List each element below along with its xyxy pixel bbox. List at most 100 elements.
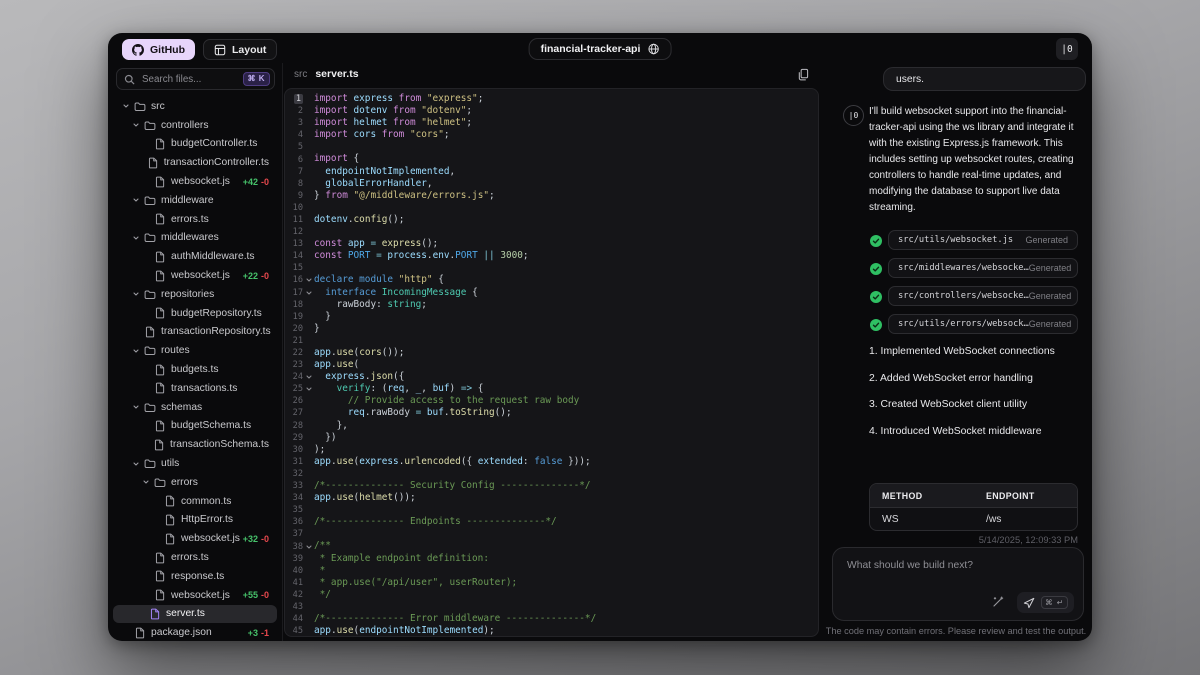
tree-file-common.ts[interactable]: common.ts	[108, 492, 277, 511]
step-item: 4. Introduced WebSocket middleware	[869, 425, 1042, 437]
chevron-down-icon	[121, 100, 131, 112]
code-area[interactable]: 1 import express from "express"; 2 import d…	[284, 88, 819, 637]
code-line-21: 21	[285, 335, 818, 347]
layout-button-label: Layout	[232, 43, 267, 56]
table-cell-endpoint: /ws	[986, 513, 1002, 525]
tree-file-response.ts[interactable]: response.ts	[108, 567, 277, 586]
code-text: app.use(express.urlencoded({ extended: f…	[314, 455, 591, 467]
code-line-41: 41 * app.use("/api/user", userRouter);	[285, 577, 818, 589]
generated-file-path: src/utils/websocket.js	[898, 235, 1014, 245]
tree-folder-schemas[interactable]: schemas	[108, 398, 277, 417]
enhance-prompt-icon[interactable]	[991, 596, 1004, 609]
file-icon	[154, 589, 166, 601]
line-number: 17	[292, 287, 303, 298]
line-number: 33	[292, 481, 303, 492]
tree-folder-routes[interactable]: routes	[108, 341, 277, 360]
tree-folder-repositories[interactable]: repositories	[108, 285, 277, 304]
tree-file-transactions.ts[interactable]: transactions.ts	[108, 379, 277, 398]
line-number: 22	[292, 348, 303, 359]
tree-file-server.ts[interactable]: server.ts	[113, 604, 277, 624]
tree-folder-controllers[interactable]: controllers	[108, 116, 277, 135]
fold-chevron-icon[interactable]	[303, 543, 314, 551]
fold-chevron-icon[interactable]	[303, 289, 314, 297]
code-text: interface IncomingMessage {	[325, 286, 478, 298]
chat-input[interactable]	[845, 558, 1073, 592]
diff-removed: -0	[260, 533, 269, 544]
code-editor: src server.ts 1 import express from "expr…	[283, 60, 820, 637]
line-number: 41	[292, 577, 303, 588]
send-shortcut-badge: ⌘ ↵	[1041, 596, 1068, 609]
line-number: 15	[292, 263, 303, 274]
tree-folder-utils[interactable]: utils	[108, 454, 277, 473]
fold-chevron-icon[interactable]	[303, 373, 314, 381]
generated-file-card[interactable]: src/controllers/websocke… Generated	[888, 286, 1078, 306]
tree-file-package.json[interactable]: package.json +3 -1	[108, 623, 277, 641]
code-line-31: 31 app.use(express.urlencoded({ extended:…	[285, 456, 818, 468]
tree-file-budgets.ts[interactable]: budgets.ts	[108, 360, 277, 379]
line-number: 5	[297, 142, 303, 153]
chat-input-actions: ⌘ ↵	[991, 592, 1074, 613]
tree-folder-middleware[interactable]: middleware	[108, 191, 277, 210]
tree-file-budgetRepository.ts[interactable]: budgetRepository.ts	[108, 304, 277, 323]
diff-removed: -0	[260, 176, 269, 187]
tree-file-transactionSchema.ts[interactable]: transactionSchema.ts	[108, 435, 277, 454]
tree-file-transactionRepository.ts[interactable]: transactionRepository.ts	[108, 323, 277, 342]
tree-folder-errors[interactable]: errors	[108, 473, 277, 492]
tree-file-websocket.js[interactable]: websocket.js +32 -0	[108, 529, 277, 548]
generated-file-status: Generated	[1028, 319, 1072, 329]
code-line-37: 37	[285, 528, 818, 540]
tree-file-budgetSchema.ts[interactable]: budgetSchema.ts	[108, 417, 277, 436]
file-icon	[149, 608, 161, 620]
code-line-20: 20}	[285, 323, 818, 335]
file-icon	[164, 514, 176, 526]
search-input[interactable]	[140, 72, 238, 86]
line-number: 32	[292, 468, 303, 479]
diff-added: +22	[242, 270, 258, 281]
code-line-2: 2 import dotenv from "dotenv";	[285, 105, 818, 117]
breadcrumb: src	[294, 68, 308, 80]
tree-file-websocket.js[interactable]: websocket.js +55 -0	[108, 586, 277, 605]
diff-added: +3	[247, 627, 258, 638]
send-button[interactable]: ⌘ ↵	[1017, 592, 1074, 613]
diff-removed: -0	[260, 590, 269, 601]
tree-file-websocket.js[interactable]: websocket.js +42 -0	[108, 172, 277, 191]
user-message-bubble: users.	[883, 67, 1086, 91]
tree-file-HttpError.ts[interactable]: HttpError.ts	[108, 511, 277, 530]
tree-item-label: websocket.js	[171, 270, 230, 282]
generated-file-card[interactable]: src/utils/websocket.js Generated	[888, 230, 1078, 250]
tree-folder-src[interactable]: src	[108, 97, 277, 116]
tree-file-transactionController.ts[interactable]: transactionController.ts	[108, 153, 277, 172]
diff-added: +42	[242, 176, 258, 187]
code-line-3: 3 import helmet from "helmet";	[285, 117, 818, 129]
tree-file-errors.ts[interactable]: errors.ts	[108, 548, 277, 567]
line-number: 25	[292, 384, 303, 395]
tree-file-budgetController.ts[interactable]: budgetController.ts	[108, 135, 277, 154]
github-button[interactable]: GitHub	[122, 39, 195, 60]
code-line-26: 26 // Provide access to the request raw …	[285, 395, 818, 407]
code-line-16: 16 declare module "http" {	[285, 274, 818, 286]
code-text: import {	[314, 153, 360, 165]
code-line-34: 34 app.use(helmet());	[285, 492, 818, 504]
code-text: }	[314, 322, 320, 334]
chevron-down-icon	[131, 288, 141, 300]
v0-logo[interactable]: |0	[1056, 38, 1078, 60]
chat-panel: users. |0 I'll build websocket support i…	[820, 60, 1092, 641]
fold-chevron-icon[interactable]	[303, 385, 314, 393]
tree-file-authMiddleware.ts[interactable]: authMiddleware.ts	[108, 247, 277, 266]
project-name-pill[interactable]: financial-tracker-api	[528, 38, 672, 60]
tree-item-label: transactions.ts	[171, 382, 238, 394]
tree-folder-middlewares[interactable]: middlewares	[108, 229, 277, 248]
tree-file-websocket.js[interactable]: websocket.js +22 -0	[108, 266, 277, 285]
fold-chevron-icon[interactable]	[303, 276, 314, 284]
tree-item-label: response.ts	[171, 570, 225, 582]
line-number: 19	[292, 311, 303, 322]
layout-button[interactable]: Layout	[203, 39, 278, 60]
generated-file-card[interactable]: src/middlewares/websocke… Generated	[888, 258, 1078, 278]
code-line-10: 10	[285, 202, 818, 214]
copy-code-button[interactable]	[797, 68, 809, 81]
file-search[interactable]: ⌘ K	[116, 68, 275, 90]
generated-file-card[interactable]: src/utils/errors/websock… Generated	[888, 314, 1078, 334]
line-number: 13	[292, 239, 303, 250]
diff-added: +55	[242, 590, 258, 601]
tree-file-errors.ts[interactable]: errors.ts	[108, 210, 277, 229]
